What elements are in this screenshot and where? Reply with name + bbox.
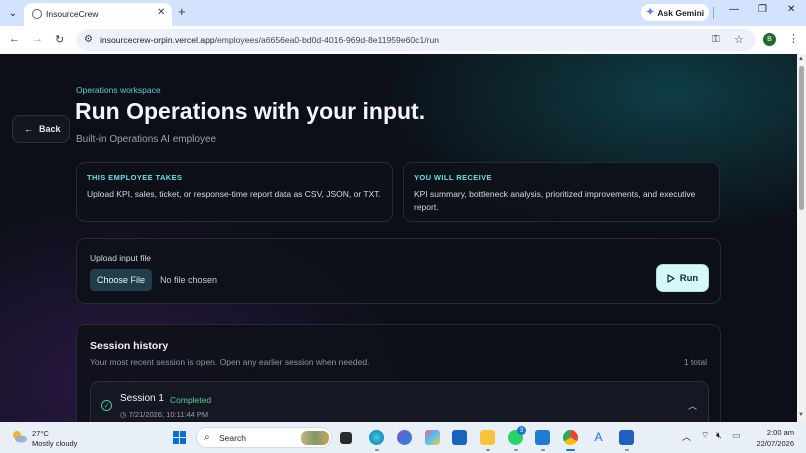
chevron-up-icon[interactable]: ︿: [688, 399, 697, 412]
session-name: Session 1: [120, 393, 164, 404]
ask-gemini-button[interactable]: ✦ Ask Gemini: [641, 4, 709, 21]
new-tab-button[interactable]: +: [178, 4, 186, 19]
upload-panel: Upload input file Choose File No file ch…: [76, 238, 721, 304]
page-scrollbar[interactable]: ▲ ▼: [797, 54, 806, 422]
back-arrow-icon[interactable]: ←: [9, 33, 20, 45]
search-highlight-image: [301, 431, 329, 445]
wifi-icon[interactable]: ⌔: [701, 430, 709, 441]
battery-icon[interactable]: ▭: [732, 430, 741, 441]
url-text[interactable]: insourcecrew-orpin.vercel.app/employees/…: [100, 35, 439, 45]
chevron-up-tray-icon[interactable]: ︿: [682, 430, 691, 443]
running-indicator: [375, 449, 379, 451]
whatsapp-badge: 3: [517, 426, 526, 435]
chrome-icon[interactable]: [563, 430, 578, 445]
active-indicator: [566, 449, 575, 451]
arrow-left-icon: ←: [24, 124, 33, 134]
vscode-icon[interactable]: [535, 430, 550, 445]
takes-text: Upload KPI, sales, ticket, or response-t…: [87, 189, 381, 199]
weather-temperature[interactable]: 27°C: [32, 429, 49, 438]
globe-icon: [32, 9, 42, 19]
receive-label: YOU WILL RECEIVE: [414, 173, 492, 182]
session-history-subtitle: Your most recent session is open. Open a…: [90, 357, 370, 367]
choose-file-button[interactable]: Choose File: [90, 269, 152, 291]
tab-title: InsourceCrew: [46, 9, 99, 19]
search-placeholder: Search: [219, 433, 246, 443]
page-subtitle: Built-in Operations AI employee: [76, 134, 217, 145]
back-button[interactable]: ← Back: [12, 115, 70, 143]
copilot-icon[interactable]: [425, 430, 440, 445]
upload-label: Upload input file: [90, 253, 151, 263]
gemini-icon: ✦: [646, 7, 655, 18]
forward-arrow-icon[interactable]: →: [32, 33, 43, 45]
file-status: No file chosen: [160, 275, 218, 285]
takes-card: THIS EMPLOYEE TAKES Upload KPI, sales, t…: [76, 162, 393, 222]
takes-label: THIS EMPLOYEE TAKES: [87, 173, 183, 182]
running-indicator: [486, 449, 490, 451]
search-icon: ⌕: [204, 432, 210, 443]
gemini-label: Ask Gemini: [657, 7, 705, 18]
run-label: Run: [679, 272, 699, 284]
session-timestamp: ◷ 7/21/2026, 10:11:44 PM: [120, 410, 209, 419]
active-tab[interactable]: InsourceCrew ✕: [24, 3, 172, 26]
scroll-up-icon[interactable]: ▲: [798, 56, 804, 62]
store-icon[interactable]: [452, 430, 467, 445]
back-label: Back: [39, 124, 61, 134]
bookmark-star-icon[interactable]: ☆: [734, 33, 744, 46]
tab-search-icon[interactable]: ⌄: [5, 5, 21, 21]
task-view-icon[interactable]: [340, 432, 352, 444]
reload-icon[interactable]: ↻: [55, 33, 64, 46]
divider: [713, 7, 714, 19]
close-window-icon[interactable]: ✕: [787, 4, 795, 15]
session-history-panel: Session history Your most recent session…: [76, 324, 721, 422]
windows-start-icon[interactable]: [172, 430, 187, 445]
page-title: Run Operations with your input.: [75, 98, 426, 124]
word-icon[interactable]: [619, 430, 634, 445]
taskbar-search[interactable]: ⌕ Search: [196, 427, 332, 448]
running-indicator: [514, 449, 518, 451]
edge-icon[interactable]: [369, 430, 384, 445]
windows-taskbar: 27°C Mostly cloudy ⌕ Search 3 A ︿ ⌔ 🔇︎ ▭…: [0, 422, 806, 453]
more-menu-icon[interactable]: ⋮: [788, 32, 799, 45]
a-app-icon[interactable]: A: [591, 430, 606, 445]
scroll-down-icon[interactable]: ▼: [798, 412, 804, 418]
receive-text: KPI summary, bottleneck analysis, priori…: [414, 189, 696, 212]
copilot-app-icon[interactable]: [397, 430, 412, 445]
restore-icon[interactable]: ❐: [758, 4, 767, 15]
speaker-muted-icon[interactable]: 🔇︎: [716, 430, 722, 441]
partly-cloudy-icon[interactable]: [10, 429, 28, 443]
running-indicator: [625, 449, 629, 451]
workspace-eyebrow: Operations workspace: [76, 85, 161, 95]
close-tab-icon[interactable]: ✕: [157, 7, 165, 18]
run-button[interactable]: Run: [656, 264, 709, 292]
play-icon: [667, 273, 675, 283]
session-history-title: Session history: [90, 340, 169, 352]
file-explorer-icon[interactable]: [480, 430, 495, 445]
address-bar[interactable]: ⚙ insourcecrew-orpin.vercel.app/employee…: [76, 29, 756, 51]
running-indicator: [541, 449, 545, 451]
profile-avatar[interactable]: B: [763, 33, 776, 46]
url-path: /employees/a6656ea0-bd0d-4016-969d-8e119…: [214, 35, 440, 45]
check-circle-icon: ✓: [101, 400, 112, 411]
url-host: insourcecrew-orpin.vercel.app: [100, 35, 215, 45]
site-info-icon[interactable]: ⚙: [84, 34, 93, 45]
browser-toolbar: ← → ↻ ⚙ insourcecrew-orpin.vercel.app/em…: [0, 26, 806, 54]
clock-time[interactable]: 2:00 am: [764, 428, 794, 437]
weather-description[interactable]: Mostly cloudy: [32, 439, 77, 448]
run-page: ← Back Operations workspace Run Operatio…: [0, 54, 797, 422]
session-status-badge: Completed: [170, 395, 212, 405]
password-key-icon[interactable]: ⚿: [712, 34, 720, 45]
clock-date[interactable]: 22/07/2026: [754, 439, 794, 448]
session-item[interactable]: ✓ Session 1 Completed ◷ 7/21/2026, 10:11…: [90, 381, 709, 422]
minimize-icon[interactable]: —: [729, 4, 739, 15]
receive-card: YOU WILL RECEIVE KPI summary, bottleneck…: [403, 162, 720, 222]
tab-strip: ⌄ InsourceCrew ✕ + ✦ Ask Gemini — ❐ ✕: [0, 0, 806, 26]
session-timestamp-text: 7/21/2026, 10:11:44 PM: [128, 410, 209, 419]
scroll-thumb[interactable]: [799, 66, 804, 210]
session-count: 1 total: [683, 357, 707, 367]
